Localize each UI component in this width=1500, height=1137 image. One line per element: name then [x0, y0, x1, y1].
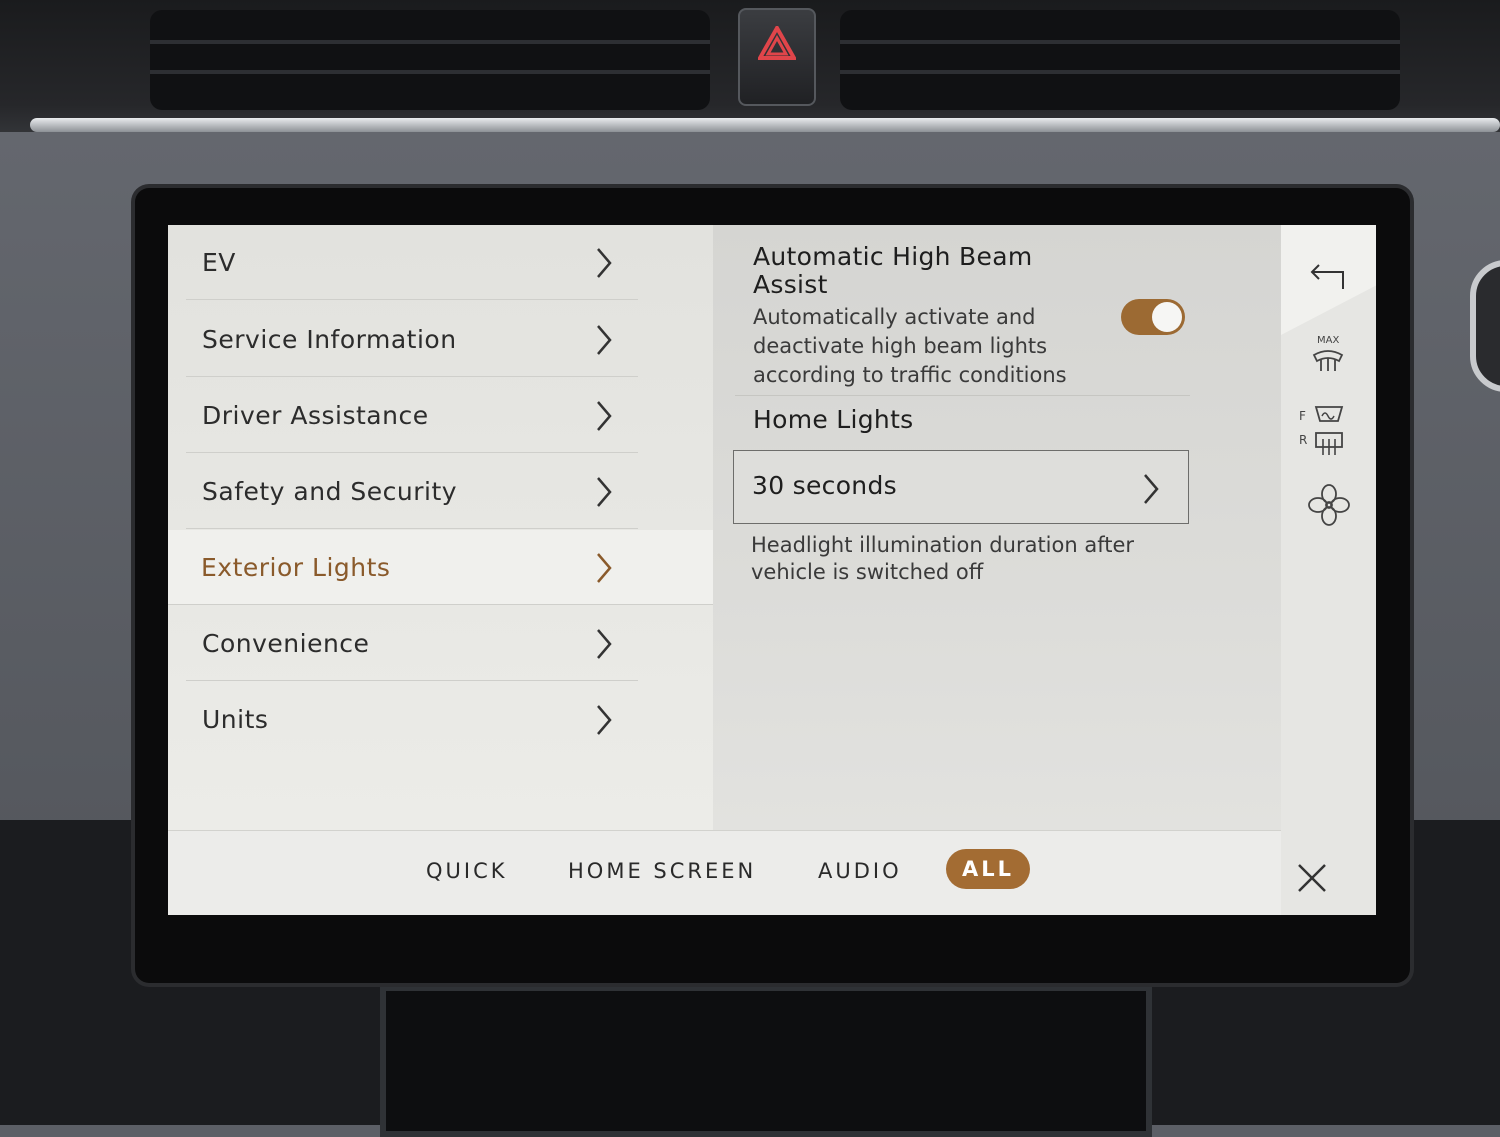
max-defrost-icon	[1312, 350, 1344, 371]
tab-audio[interactable]: AUDIO	[818, 859, 902, 883]
back-icon	[1310, 264, 1344, 289]
hazard-button[interactable]	[738, 8, 816, 106]
hazard-icon	[758, 26, 796, 60]
menu-item-label: Safety and Security	[202, 476, 458, 506]
exterior-lights-settings: Automatic High Beam Assist Automatically…	[713, 225, 1281, 830]
tab-all[interactable]: ALL	[946, 849, 1031, 889]
menu-item-label: Convenience	[202, 628, 370, 658]
chevron-right-icon	[597, 629, 612, 659]
menu-item-service-information[interactable]: Service Information	[186, 302, 638, 377]
menu-item-driver-assistance[interactable]: Driver Assistance	[186, 378, 638, 453]
home-lights-title: Home Lights	[753, 405, 914, 434]
chevron-right-icon	[597, 705, 612, 735]
front-label: F	[1299, 409, 1306, 423]
toggle-knob	[1152, 302, 1182, 332]
fan-button[interactable]	[1307, 483, 1351, 527]
rotary-knob[interactable]	[1470, 260, 1500, 392]
auto-high-beam-description: Automatically activate and deactivate hi…	[753, 305, 1067, 387]
left-air-vent	[150, 10, 710, 110]
rear-defrost-icon	[1315, 432, 1343, 455]
climate-side-strip: MAX F R	[1281, 225, 1376, 915]
menu-item-exterior-lights[interactable]: Exterior Lights	[168, 530, 713, 605]
divider	[735, 395, 1190, 396]
menu-item-label: Driver Assistance	[202, 400, 429, 430]
auto-high-beam-toggle[interactable]	[1121, 299, 1185, 335]
home-lights-duration-selector[interactable]: 30 seconds	[733, 450, 1189, 524]
menu-item-label: Units	[202, 705, 269, 734]
fan-icon	[1308, 484, 1350, 526]
tab-home-screen[interactable]: HOME SCREEN	[568, 859, 756, 883]
home-lights-help-text: Headlight illumination duration after ve…	[751, 533, 1135, 584]
lower-touchscreen	[380, 985, 1152, 1137]
menu-item-ev[interactable]: EV	[186, 225, 638, 300]
chevron-right-icon	[597, 325, 612, 355]
chrome-trim	[30, 118, 1500, 132]
bottom-tab-bar: QUICK HOME SCREEN AUDIO ALL	[168, 830, 1281, 915]
settings-category-list: EV Service Information Driver Assistance…	[168, 225, 713, 830]
chevron-right-icon	[597, 477, 612, 507]
max-defrost-button[interactable]: MAX	[1309, 335, 1349, 375]
close-icon[interactable]	[1296, 862, 1328, 894]
chevron-right-icon	[597, 401, 612, 431]
menu-item-label: Service Information	[202, 324, 457, 354]
rear-label: R	[1299, 433, 1308, 447]
max-label: MAX	[1317, 335, 1340, 346]
home-lights-value: 30 seconds	[752, 471, 897, 500]
menu-item-convenience[interactable]: Convenience	[186, 606, 638, 681]
rear-defrost-button[interactable]: R	[1299, 429, 1359, 461]
right-air-vent	[840, 10, 1400, 110]
tab-quick[interactable]: QUICK	[426, 859, 508, 883]
back-button[interactable]	[1281, 225, 1376, 335]
chevron-right-icon	[597, 553, 612, 583]
chevron-right-icon	[597, 248, 612, 278]
menu-item-units[interactable]: Units	[186, 682, 638, 757]
infotainment-display: EV Service Information Driver Assistance…	[168, 225, 1376, 915]
menu-item-label: EV	[202, 247, 236, 277]
auto-high-beam-title: Automatic High Beam Assist	[753, 242, 1033, 299]
chevron-right-icon	[1144, 474, 1159, 504]
menu-item-safety-and-security[interactable]: Safety and Security	[186, 454, 638, 529]
menu-item-label: Exterior Lights	[201, 552, 391, 582]
front-defrost-icon	[1314, 406, 1344, 422]
